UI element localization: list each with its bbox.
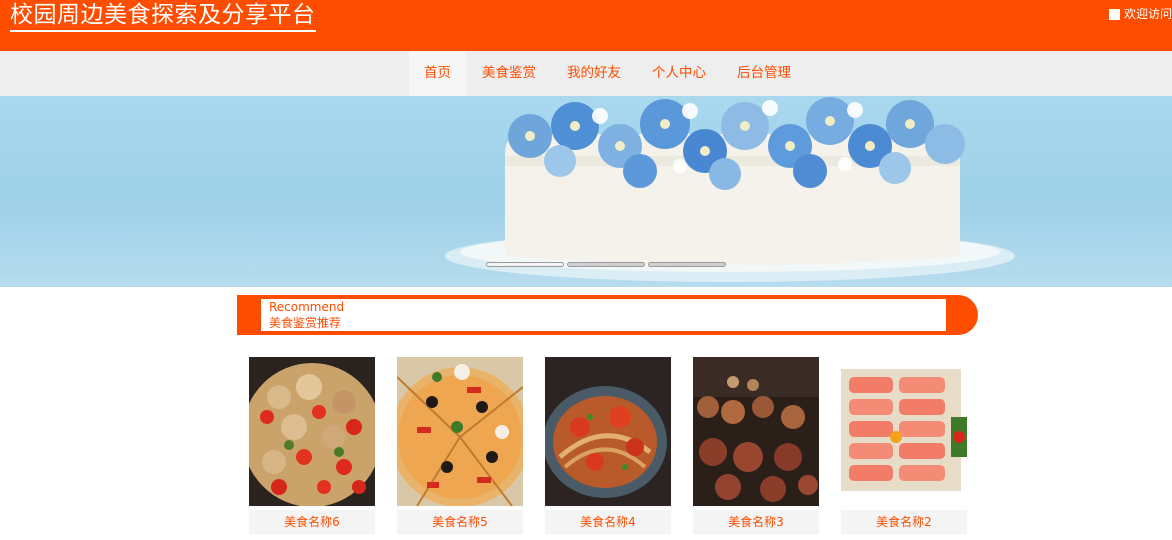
food-name[interactable]: 美食名称2 [841,510,967,534]
recommend-title-cn: 美食鉴赏推荐 [269,316,342,330]
food-card[interactable]: 美食名称6 [249,357,375,534]
food-name[interactable]: 美食名称4 [545,510,671,534]
square-icon [1108,8,1120,20]
salmon-sashimi-photo[interactable] [841,357,967,506]
cake-banner-image [445,97,1015,282]
food-card[interactable]: 美食名称5 [397,357,523,534]
carousel-indicators [486,262,726,267]
recommend-title-en: Recommend [269,300,345,314]
top-header: 校园周边美食探索及分享平台 欢迎访问 [0,0,1172,51]
banner-carousel[interactable] [0,96,1172,287]
crab-pot-photo[interactable] [545,357,671,506]
nav-my-friends[interactable]: 我的好友 [552,51,636,96]
nav-personal-center[interactable]: 个人中心 [636,51,722,96]
site-title[interactable]: 校园周边美食探索及分享平台 [10,0,316,32]
main-nav: 首页 美食鉴赏 我的好友 个人中心 后台管理 [0,51,1172,96]
food-name[interactable]: 美食名称5 [397,510,523,534]
food-name[interactable]: 美食名称6 [249,510,375,534]
nav-admin[interactable]: 后台管理 [722,51,806,96]
carousel-dot-3[interactable] [648,262,726,267]
recommend-section-header: Recommend 美食鉴赏推荐 [237,295,978,335]
nav-home[interactable]: 首页 [409,51,466,96]
welcome-message: 欢迎访问 [1108,6,1172,22]
nav-food-appreciation[interactable]: 美食鉴赏 [466,51,552,96]
carousel-dot-1[interactable] [486,262,564,267]
food-card-list: 美食名称6 美食名称5 美食名称4 美食名称3 美食名称2 [249,357,967,534]
food-card[interactable]: 美食名称3 [693,357,819,534]
welcome-text: 欢迎访问 [1123,7,1172,21]
crayfish-pot-photo[interactable] [249,357,375,506]
barbecue-skewers-photo[interactable] [693,357,819,506]
food-card[interactable]: 美食名称4 [545,357,671,534]
food-card[interactable]: 美食名称2 [841,357,967,534]
food-name[interactable]: 美食名称3 [693,510,819,534]
pizza-photo[interactable] [397,357,523,506]
carousel-dot-2[interactable] [567,262,645,267]
